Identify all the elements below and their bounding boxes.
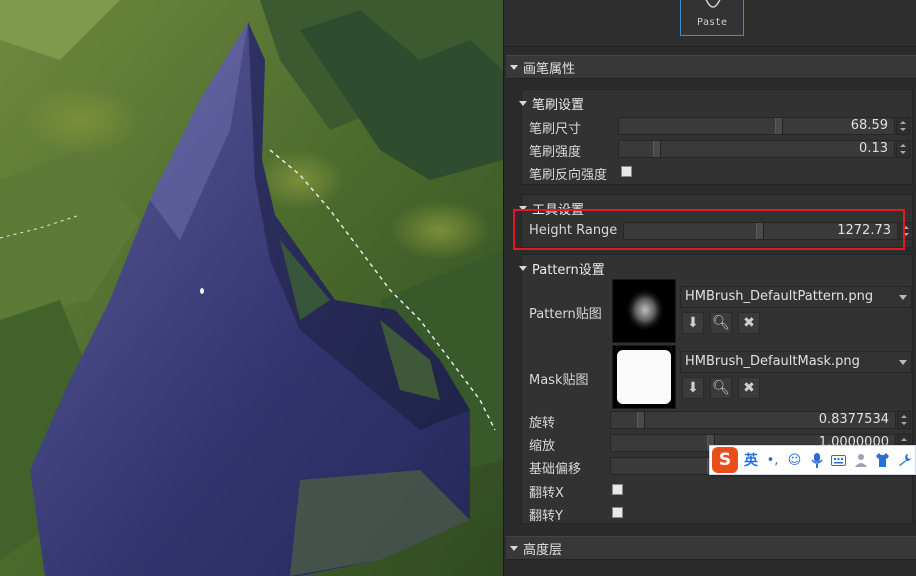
scale-label: 缩放 xyxy=(529,439,556,454)
section-title: 高度层 xyxy=(523,542,563,558)
expand-triangle-icon xyxy=(510,64,518,70)
section-height-layer[interactable]: 高度层 xyxy=(506,536,916,560)
flip-x-label: 翻转X xyxy=(529,486,564,501)
download-arrow-icon: ⬇ xyxy=(687,315,699,331)
brush-size-label: 笔刷尺寸 xyxy=(529,122,582,137)
emoji-icon[interactable]: ☺ xyxy=(787,453,802,468)
flip-x-checkbox[interactable] xyxy=(612,484,623,495)
brush-strength-label: 笔刷强度 xyxy=(529,145,582,160)
chevron-down-icon xyxy=(899,295,907,300)
punctuation-icon[interactable]: •, xyxy=(765,453,780,468)
search-icon: 🔍︎ xyxy=(712,315,730,331)
group-header-tool-settings[interactable]: 工具设置 xyxy=(519,198,584,218)
mask-texture-dropdown[interactable]: HMBrush_DefaultMask.png xyxy=(680,351,912,373)
height-range-value: 1272.73 xyxy=(837,223,891,238)
pattern-texture-dropdown[interactable]: HMBrush_DefaultPattern.png xyxy=(680,286,912,308)
paste-button[interactable]: Paste xyxy=(680,0,744,36)
expand-triangle-icon xyxy=(519,100,527,106)
pattern-preview-image xyxy=(613,280,675,342)
terrain-viewport[interactable] xyxy=(0,0,503,576)
mask-preview-image xyxy=(613,346,675,408)
mask-texture-thumbnail[interactable] xyxy=(612,345,676,409)
mask-clear-button[interactable]: ✖ xyxy=(738,377,760,399)
expand-triangle-icon xyxy=(519,205,527,211)
rotate-spinner[interactable] xyxy=(897,411,911,429)
pattern-clear-button[interactable]: ✖ xyxy=(738,312,760,334)
brush-size-slider[interactable]: 68.59 xyxy=(618,117,895,135)
brush-strength-slider[interactable]: 0.13 xyxy=(618,140,895,158)
search-icon: 🔍︎ xyxy=(712,380,730,396)
pattern-search-button[interactable]: 🔍︎ xyxy=(710,312,732,334)
group-title: 笔刷设置 xyxy=(532,97,585,113)
mask-search-button[interactable]: 🔍︎ xyxy=(710,377,732,399)
pattern-download-button[interactable]: ⬇ xyxy=(682,312,704,334)
download-arrow-icon: ⬇ xyxy=(687,380,699,396)
slider-handle[interactable] xyxy=(653,141,661,157)
tools-icon[interactable] xyxy=(897,453,912,468)
brush-strength-value: 0.13 xyxy=(859,141,888,156)
brush-invert-checkbox[interactable] xyxy=(621,166,632,177)
mask-texture-file: HMBrush_DefaultMask.png xyxy=(685,354,860,369)
paste-label: Paste xyxy=(696,17,728,28)
group-header-pattern-settings[interactable]: Pattern设置 xyxy=(519,258,605,278)
group-title: 工具设置 xyxy=(532,202,585,218)
properties-panel: Paste 画笔属性 笔刷设置 笔刷尺寸 68.59 笔刷强度 0.13 笔刷反… xyxy=(503,0,916,576)
height-range-slider[interactable]: 1272.73 xyxy=(623,222,898,240)
base-offset-label: 基础偏移 xyxy=(529,462,582,477)
mask-texture-label: Mask贴图 xyxy=(529,373,589,388)
pattern-texture-file: HMBrush_DefaultPattern.png xyxy=(685,289,874,304)
pattern-texture-thumbnail[interactable] xyxy=(612,279,676,343)
pattern-texture-label: Pattern贴图 xyxy=(529,307,602,322)
brush-invert-label: 笔刷反向强度 xyxy=(529,168,608,183)
paste-icon xyxy=(705,0,721,8)
brush-size-spinner[interactable] xyxy=(896,117,910,135)
rotate-label: 旋转 xyxy=(529,416,556,431)
terrain-render xyxy=(0,0,503,576)
brush-strength-spinner[interactable] xyxy=(896,140,910,158)
ime-logo-icon[interactable]: S xyxy=(712,447,738,473)
height-range-spinner[interactable] xyxy=(899,222,913,240)
expand-triangle-icon xyxy=(519,265,527,271)
rotate-value: 0.8377534 xyxy=(818,412,889,427)
height-range-label: Height Range xyxy=(529,223,618,238)
user-icon[interactable] xyxy=(853,453,868,468)
close-icon: ✖ xyxy=(743,380,755,396)
section-title: 画笔属性 xyxy=(523,61,576,77)
keyboard-icon[interactable] xyxy=(831,453,846,468)
brush-size-value: 68.59 xyxy=(850,118,888,133)
section-brush-properties[interactable]: 画笔属性 xyxy=(506,55,916,79)
close-icon: ✖ xyxy=(743,315,755,331)
skin-icon[interactable] xyxy=(875,453,890,468)
slider-handle[interactable] xyxy=(756,223,764,239)
rotate-slider[interactable]: 0.8377534 xyxy=(610,411,896,429)
expand-triangle-icon xyxy=(510,545,518,551)
ime-mode-toggle[interactable]: 英 xyxy=(744,450,758,470)
group-title: Pattern设置 xyxy=(532,262,605,278)
ime-toolbar[interactable]: S 英 •, ☺ xyxy=(709,445,916,475)
mask-download-button[interactable]: ⬇ xyxy=(682,377,704,399)
slider-handle[interactable] xyxy=(775,118,783,134)
flip-y-checkbox[interactable] xyxy=(612,507,623,518)
slider-handle[interactable] xyxy=(637,412,645,428)
paste-toolbar: Paste xyxy=(504,0,916,47)
flip-y-label: 翻转Y xyxy=(529,509,563,524)
group-header-brush-settings[interactable]: 笔刷设置 xyxy=(519,93,584,113)
microphone-icon[interactable] xyxy=(809,452,824,468)
chevron-down-icon xyxy=(899,360,907,365)
